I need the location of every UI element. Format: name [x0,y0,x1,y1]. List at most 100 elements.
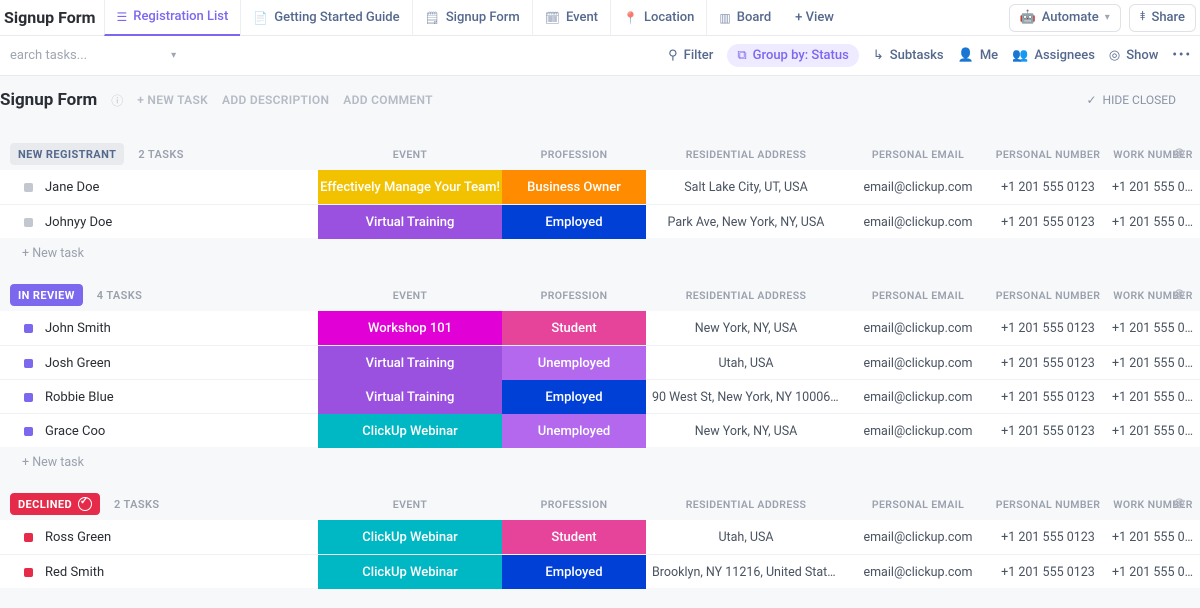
column-header[interactable]: RESIDENTIAL ADDRESS [646,498,846,511]
tab-getting-started[interactable]: 📄 Getting Started Guide [240,0,411,36]
table-row[interactable]: Ross GreenClickUp WebinarStudentUtah, US… [0,520,1200,554]
status-chip[interactable]: DECLINED [10,493,100,515]
cell-pnum[interactable]: +1 201 555 0123 [990,424,1106,439]
group-by-button[interactable]: ⧉Group by: Status [727,44,858,67]
column-header[interactable]: RESIDENTIAL ADDRESS [646,148,846,161]
cell-pnum[interactable]: +1 201 555 0123 [990,180,1106,195]
column-header[interactable]: RESIDENTIAL ADDRESS [646,289,846,302]
event-tag[interactable]: Effectively Manage Your Team! [318,170,502,204]
table-row[interactable]: Josh GreenVirtual TrainingUnemployedUtah… [0,345,1200,379]
cell-wnum[interactable]: +1 201 555 0123 [1106,565,1200,580]
status-square[interactable] [24,568,33,577]
cell-address[interactable]: Park Ave, New York, NY, USA [646,215,846,230]
cell-pnum[interactable]: +1 201 555 0123 [990,390,1106,405]
event-tag[interactable]: ClickUp Webinar [318,555,502,589]
tab-registration-list[interactable]: ☰ Registration List [104,0,241,36]
column-header[interactable]: PROFESSION [502,498,646,511]
cell-wnum[interactable]: +1 201 555 0123 [1106,390,1200,405]
tab-add-view[interactable]: + View [783,0,846,36]
profession-tag[interactable]: Employed [502,380,646,414]
cell-email[interactable]: email@clickup.com [846,180,990,195]
event-tag[interactable]: Virtual Training [318,346,502,380]
profession-tag[interactable]: Student [502,311,646,345]
hide-closed-button[interactable]: ✓ HIDE CLOSED [1086,93,1192,107]
status-chip[interactable]: NEW REGISTRANT [10,143,124,165]
cell-email[interactable]: email@clickup.com [846,321,990,336]
assignees-button[interactable]: 👥Assignees [1012,48,1095,63]
cell-address[interactable]: Salt Lake City, UT, USA [646,180,846,195]
status-square[interactable] [24,183,33,192]
column-header[interactable]: EVENT [318,498,502,511]
tab-event[interactable]: 🗓 Event [532,0,610,36]
cell-email[interactable]: email@clickup.com [846,424,990,439]
status-square[interactable] [24,359,33,368]
new-task-button[interactable]: + New task [0,238,1200,261]
table-row[interactable]: Red SmithClickUp WebinarEmployedBrooklyn… [0,554,1200,588]
tab-location[interactable]: 📍 Location [610,0,706,36]
column-header[interactable]: PERSONAL EMAIL [846,498,990,511]
cell-email[interactable]: email@clickup.com [846,356,990,371]
tab-signup-form[interactable]: 🗒 Signup Form [412,0,532,36]
me-button[interactable]: 👤Me [958,48,999,63]
status-square[interactable] [24,324,33,333]
info-icon[interactable]: ⓘ [111,92,123,109]
table-row[interactable]: Robbie BlueVirtual TrainingEmployed90 We… [0,379,1200,413]
status-square[interactable] [24,393,33,402]
share-button[interactable]: ⯒ Share [1129,4,1196,32]
cell-email[interactable]: email@clickup.com [846,565,990,580]
status-chip[interactable]: IN REVIEW [10,284,83,306]
status-square[interactable] [24,533,33,542]
column-header[interactable]: PERSONAL NUMBER [990,289,1106,302]
cell-address[interactable]: New York, NY, USA [646,424,846,439]
column-header[interactable]: EVENT [318,289,502,302]
new-task-button[interactable]: + New task [0,447,1200,470]
profession-tag[interactable]: Employed [502,555,646,589]
column-header[interactable]: PERSONAL NUMBER [990,498,1106,511]
cell-email[interactable]: email@clickup.com [846,530,990,545]
table-row[interactable]: Johnyy DoeVirtual TrainingEmployedPark A… [0,204,1200,238]
cell-address[interactable]: Brooklyn, NY 11216, United States [646,565,846,580]
search-input[interactable]: earch tasks... [8,48,87,63]
cell-address[interactable]: 90 West St, New York, NY 10006, U... [646,390,846,405]
cell-pnum[interactable]: +1 201 555 0123 [990,321,1106,336]
event-tag[interactable]: Workshop 101 [318,311,502,345]
cell-address[interactable]: New York, NY, USA [646,321,846,336]
status-square[interactable] [24,218,33,227]
cell-wnum[interactable]: +1 201 555 0123 [1106,180,1200,195]
cell-wnum[interactable]: +1 201 555 0123 [1106,530,1200,545]
column-header[interactable]: PERSONAL EMAIL [846,289,990,302]
profession-tag[interactable]: Student [502,520,646,554]
event-tag[interactable]: ClickUp Webinar [318,520,502,554]
table-row[interactable]: John SmithWorkshop 101StudentNew York, N… [0,311,1200,345]
cell-wnum[interactable]: +1 201 555 0123 [1106,321,1200,336]
cell-wnum[interactable]: +1 201 555 0123 [1106,424,1200,439]
cell-pnum[interactable]: +1 201 555 0123 [990,356,1106,371]
more-button[interactable]: ••• [1172,48,1192,63]
event-tag[interactable]: ClickUp Webinar [318,414,502,448]
event-tag[interactable]: Virtual Training [318,380,502,414]
event-tag[interactable]: Virtual Training [318,205,502,239]
automate-button[interactable]: 🤖 Automate ▾ [1009,4,1121,32]
cell-email[interactable]: email@clickup.com [846,390,990,405]
cell-wnum[interactable]: +1 201 555 0123 [1106,356,1200,371]
profession-tag[interactable]: Unemployed [502,414,646,448]
profession-tag[interactable]: Employed [502,205,646,239]
cell-address[interactable]: Utah, USA [646,530,846,545]
table-row[interactable]: Jane DoeEffectively Manage Your Team!Bus… [0,170,1200,204]
cell-email[interactable]: email@clickup.com [846,215,990,230]
cell-wnum[interactable]: +1 201 555 0123 [1106,215,1200,230]
new-task-button[interactable]: + NEW TASK [137,93,208,107]
chevron-down-icon[interactable]: ▾ [171,50,176,61]
profession-tag[interactable]: Unemployed [502,346,646,380]
add-comment-button[interactable]: ADD COMMENT [343,93,433,107]
show-button[interactable]: ◎Show [1109,48,1158,63]
cell-pnum[interactable]: +1 201 555 0123 [990,565,1106,580]
add-column-button[interactable]: ⊕ [1173,144,1186,162]
add-column-button[interactable]: ⊕ [1173,285,1186,303]
subtasks-button[interactable]: ↳Subtasks [873,48,944,63]
table-row[interactable]: Grace CooClickUp WebinarUnemployedNew Yo… [0,413,1200,447]
tab-board[interactable]: ▥ Board [706,0,783,36]
add-column-button[interactable]: ⊕ [1173,494,1186,512]
filter-button[interactable]: ⚲Filter [668,48,713,63]
cell-address[interactable]: Utah, USA [646,356,846,371]
